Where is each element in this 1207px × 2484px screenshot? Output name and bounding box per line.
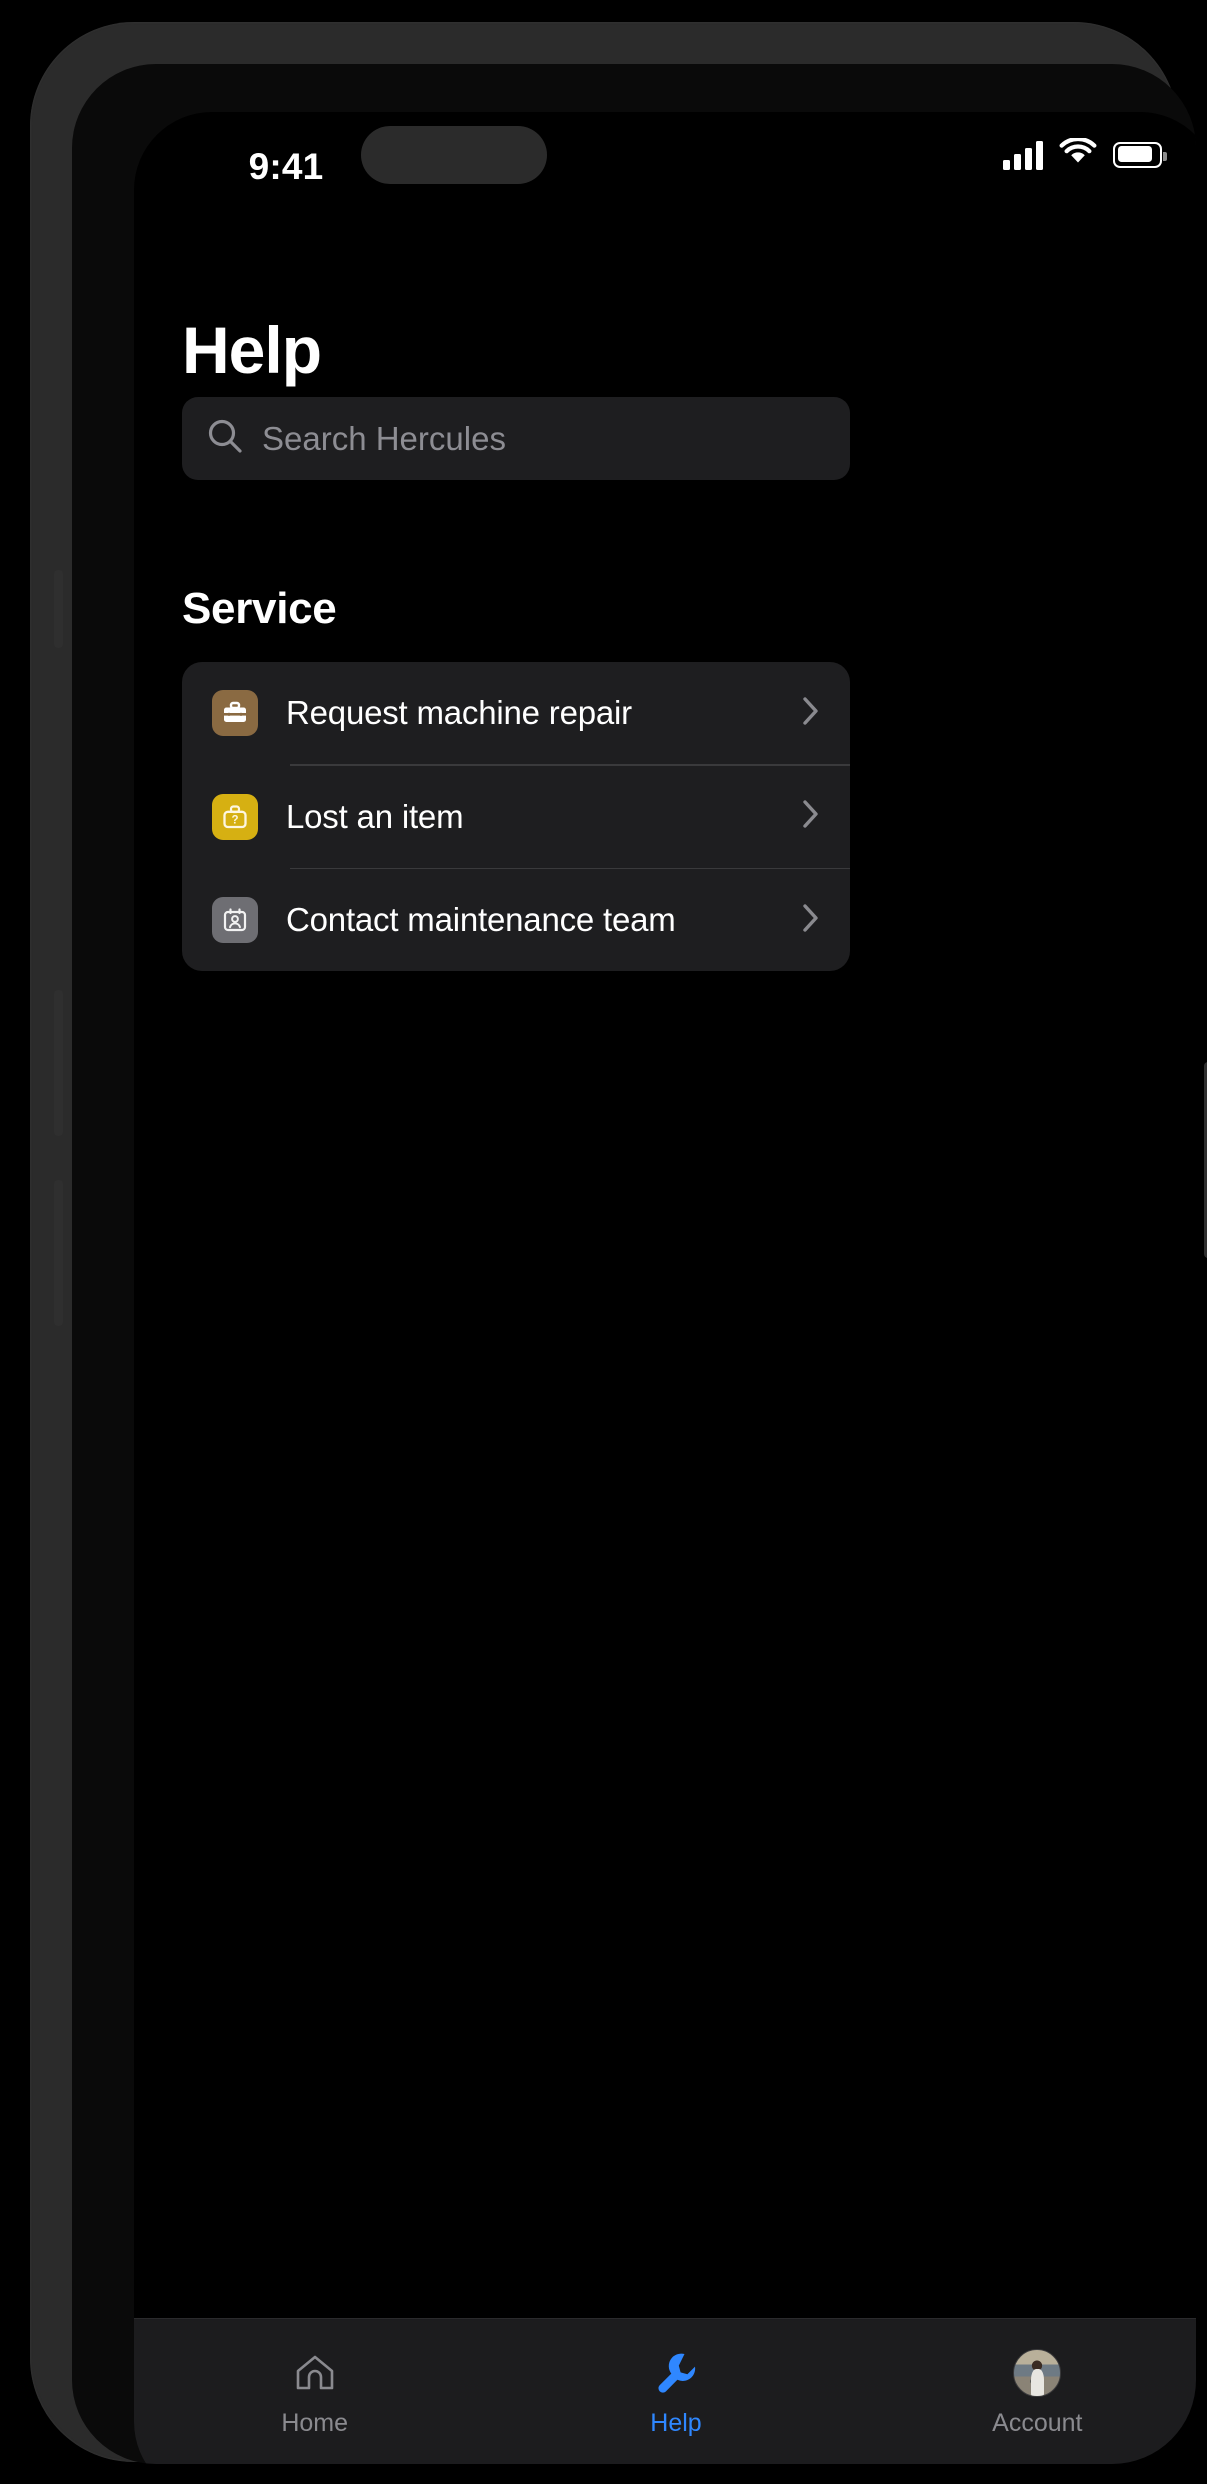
tab-label: Help: [650, 2409, 702, 2437]
phone-bezel: 9:41 Help Search Hercules Service Reques…: [72, 64, 1196, 2464]
suitcase-question-icon: ?: [212, 793, 258, 840]
status-bar-icons: [1003, 136, 1167, 171]
battery-icon: [1113, 141, 1167, 168]
contact-card-icon: [212, 897, 258, 943]
svg-text:?: ?: [231, 814, 238, 826]
status-bar: 9:41: [134, 112, 1196, 216]
tab-account[interactable]: Account: [857, 2319, 1196, 2464]
wrench-icon: [653, 2349, 699, 2397]
phone-screen: 9:41 Help Search Hercules Service Reques…: [134, 112, 1196, 2464]
toolbox-icon: [212, 690, 258, 736]
avatar: [1013, 2349, 1062, 2397]
search-icon: [206, 417, 244, 460]
chevron-right-icon: [800, 796, 822, 837]
search-placeholder-text: Search Hercules: [262, 419, 506, 457]
silent-switch-button[interactable]: [54, 570, 63, 648]
status-bar-time: 9:41: [248, 146, 324, 187]
chevron-right-icon: [800, 693, 822, 734]
list-item-wrapper: Contact maintenance team: [182, 869, 850, 971]
phone-frame: 9:41 Help Search Hercules Service Reques…: [30, 22, 1207, 2464]
tab-help[interactable]: Help: [495, 2319, 856, 2464]
tab-home[interactable]: Home: [134, 2319, 495, 2464]
list-item-label: Lost an item: [286, 797, 464, 835]
list-item-wrapper: ? Lost an item: [182, 766, 850, 868]
list-item-wrapper: Request machine repair: [182, 662, 850, 764]
tab-label: Home: [281, 2409, 348, 2437]
avatar-icon: [1013, 2349, 1062, 2397]
chevron-right-icon: [800, 900, 822, 941]
volume-down-button[interactable]: [54, 1180, 63, 1326]
tab-bar: Home Help Account: [134, 2318, 1196, 2464]
page-title: Help: [182, 313, 322, 387]
tab-label: Account: [992, 2409, 1083, 2437]
search-input[interactable]: Search Hercules: [182, 397, 850, 480]
list-item-contact-maintenance-team[interactable]: Contact maintenance team: [182, 880, 850, 960]
dynamic-island: [361, 126, 547, 184]
volume-up-button[interactable]: [54, 990, 63, 1136]
service-list-card: Request machine repair ? Lost an item Co…: [182, 662, 850, 971]
section-title-service: Service: [182, 584, 337, 633]
list-item-request-machine-repair[interactable]: Request machine repair: [182, 673, 850, 753]
wifi-icon: [1059, 136, 1097, 171]
cellular-signal-icon: [1003, 140, 1043, 170]
list-item-lost-an-item[interactable]: ? Lost an item: [182, 777, 850, 857]
list-item-label: Request machine repair: [286, 694, 632, 731]
list-item-label: Contact maintenance team: [286, 901, 676, 938]
home-icon: [292, 2349, 338, 2397]
